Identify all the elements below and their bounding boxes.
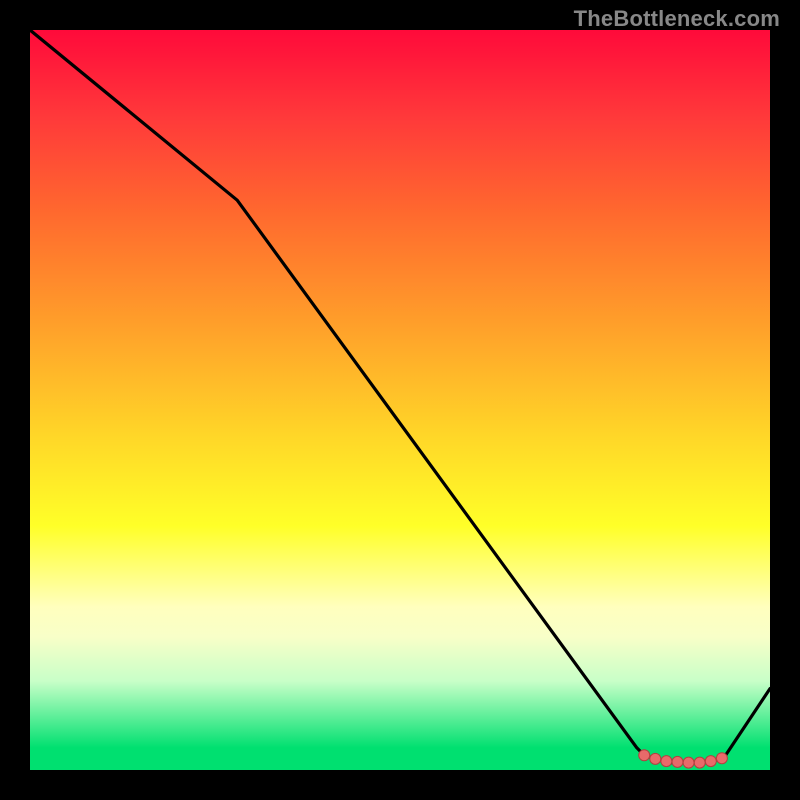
chart-svg bbox=[30, 30, 770, 770]
chart-frame: TheBottleneck.com bbox=[0, 0, 800, 800]
marker-dot bbox=[683, 757, 694, 768]
marker-dot bbox=[694, 757, 705, 768]
marker-dot bbox=[639, 750, 650, 761]
marker-dot bbox=[672, 756, 683, 767]
marker-dot bbox=[705, 756, 716, 767]
watermark-text: TheBottleneck.com bbox=[574, 6, 780, 32]
marker-dot bbox=[661, 756, 672, 767]
marker-dot bbox=[650, 753, 661, 764]
marker-cluster bbox=[639, 750, 728, 768]
plot-area bbox=[30, 30, 770, 770]
marker-dot bbox=[716, 753, 727, 764]
chart-line bbox=[30, 30, 770, 763]
